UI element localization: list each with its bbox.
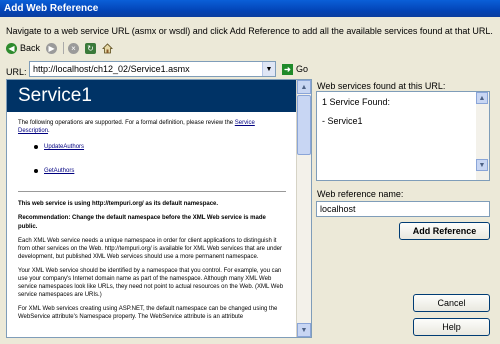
- paragraph-2: Your XML Web service should be identifie…: [18, 267, 284, 299]
- paragraph-1: Each XML Web service needs a unique name…: [18, 237, 283, 260]
- scroll-thumb[interactable]: [297, 95, 311, 155]
- url-value: http://localhost/ch12_02/Service1.asmx: [33, 64, 190, 74]
- bullet-icon: [34, 145, 38, 150]
- refresh-button[interactable]: ↻: [85, 41, 97, 55]
- scroll-up-icon[interactable]: ▲: [476, 92, 488, 104]
- browser-scrollbar[interactable]: ▲ ▼: [296, 80, 311, 337]
- forward-arrow-icon: ▶: [46, 42, 58, 54]
- browser-pane[interactable]: Service1 The following operations are su…: [6, 79, 312, 338]
- back-arrow-icon: ◀: [6, 42, 17, 54]
- cancel-button[interactable]: Cancel: [413, 294, 490, 312]
- scroll-down-icon[interactable]: ▼: [297, 323, 311, 337]
- list-item: GetAuthors: [34, 167, 286, 175]
- chevron-down-icon: ▼: [265, 65, 273, 73]
- instruction-text: Navigate to a web service URL (asmx or w…: [6, 26, 493, 36]
- namespace-notice: This web service is using http://tempuri…: [18, 201, 219, 208]
- recommendation: Recommendation: Change the default names…: [18, 215, 266, 230]
- url-label: URL:: [6, 67, 27, 77]
- intro-paragraph: The following operations are supported. …: [18, 120, 255, 135]
- found-count: 1 Service Found:: [322, 97, 391, 107]
- scroll-down-icon[interactable]: ▼: [476, 159, 488, 171]
- service-title: Service1: [7, 80, 297, 112]
- toolbar-separator: [63, 42, 65, 54]
- intro-text: The following operations are supported. …: [18, 120, 234, 126]
- stop-icon: ×: [68, 42, 80, 54]
- found-services-label: Web services found at this URL:: [317, 81, 446, 91]
- help-button[interactable]: Help: [413, 318, 490, 336]
- back-button[interactable]: ◀ Back: [6, 41, 40, 55]
- go-button[interactable]: ➜ Go: [282, 62, 308, 76]
- paragraph-3: For XML Web services creating using ASP.…: [18, 306, 278, 321]
- title-bar: Add Web Reference: [0, 0, 500, 17]
- operation-link-updateauthors[interactable]: UpdateAuthors: [44, 143, 84, 151]
- operations-list: UpdateAuthors GetAuthors: [18, 143, 286, 175]
- go-label: Go: [296, 64, 309, 74]
- service-page: Service1 The following operations are su…: [7, 80, 297, 337]
- home-button[interactable]: [102, 41, 113, 55]
- add-reference-button[interactable]: Add Reference: [399, 222, 490, 240]
- home-icon: [102, 42, 113, 54]
- reference-name-input[interactable]: localhost: [316, 201, 490, 217]
- refresh-icon: ↻: [85, 42, 97, 54]
- reference-name-value: localhost: [320, 204, 356, 214]
- found-services-list[interactable]: 1 Service Found: - Service1 ▲ ▼: [316, 91, 490, 181]
- reference-name-label: Web reference name:: [317, 189, 404, 199]
- divider: [18, 191, 286, 193]
- found-scrollbar[interactable]: ▲ ▼: [476, 92, 489, 180]
- bullet-icon: [34, 169, 38, 174]
- url-combobox[interactable]: http://localhost/ch12_02/Service1.asmx: [29, 61, 276, 77]
- operation-link-getauthors[interactable]: GetAuthors: [44, 167, 74, 175]
- forward-button[interactable]: ▶: [46, 41, 58, 55]
- window-title: Add Web Reference: [4, 3, 99, 14]
- scroll-up-icon[interactable]: ▲: [297, 80, 311, 94]
- go-arrow-icon: ➜: [282, 63, 293, 75]
- found-item: - Service1: [322, 116, 363, 126]
- toolbar: ◀ Back ▶ × ↻: [6, 41, 119, 55]
- back-label: Back: [20, 43, 41, 53]
- stop-button[interactable]: ×: [68, 41, 80, 55]
- url-dropdown-button[interactable]: ▼: [262, 62, 275, 76]
- list-item: UpdateAuthors: [34, 143, 286, 151]
- service-body: The following operations are supported. …: [7, 112, 297, 335]
